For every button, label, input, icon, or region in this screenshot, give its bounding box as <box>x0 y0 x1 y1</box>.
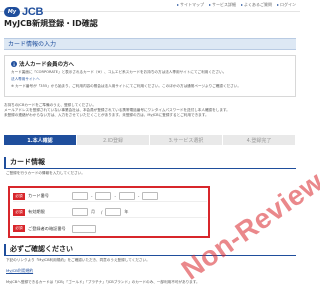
notice-title-row: i 法人カード会員の方へ <box>11 60 289 68</box>
top-link-service[interactable]: サービス詳細 <box>209 2 236 8</box>
step-service-select: 3.サービス選択 <box>150 135 223 145</box>
required-badge: 必須 <box>13 208 25 216</box>
expiry-month-field[interactable] <box>72 208 88 216</box>
card-number-field-2[interactable] <box>95 192 112 200</box>
pin-field[interactable] <box>72 224 96 233</box>
top-link-faq[interactable]: よくあるご質問 <box>241 2 272 8</box>
corporate-notice: i 法人カード会員の方へ カード裏面に「CORPORATE」と表示されるカード（… <box>4 55 296 97</box>
info-icon: i <box>11 61 17 67</box>
corporate-site-link[interactable]: 法人専用サイトへ <box>11 77 289 82</box>
confirm-heading: 必ずご確認ください <box>4 244 296 256</box>
step-identity: 1.本人確認 <box>4 135 77 145</box>
intro-line: 未登録の連絡がわからない方は、入力をさせていただくことがあります。未登録の方は、… <box>4 113 209 117</box>
card-info-form: 必須 カード番号 - - - 必須 有効期限 月 / 年 必須 ご登録者の暗証番… <box>8 186 210 238</box>
top-links: サイトマップ サービス詳細 よくあるご質問 ログイン <box>177 2 296 8</box>
confirm-line: 下記のリンクより「MyJCB利用規約」をご確認いただき、同意のうえ登録してくださ… <box>6 258 150 262</box>
top-bar: サイトマップ サービス詳細 よくあるご質問 ログイン <box>0 0 300 12</box>
year-suffix: 年 <box>124 209 129 214</box>
notice-title: 法人カード会員の方へ <box>19 62 75 68</box>
field-separator: - <box>114 193 116 199</box>
card-number-field-3[interactable] <box>118 192 135 200</box>
card-number-field-1[interactable] <box>72 192 88 200</box>
top-link-login[interactable]: ログイン <box>277 2 296 8</box>
notice-line: カード裏面に「CORPORATE」と表示されるカード（※）、コムエビ系スカードを… <box>11 70 227 74</box>
field-separator: - <box>91 193 93 199</box>
card-number-label: カード番号 <box>28 193 49 198</box>
pin-row: 必須 ご登録者の暗証番号 <box>13 223 207 234</box>
intro-text: お持ちのJCBカードをご準備のうえ、登録してください。 メールアドレスを登録され… <box>4 103 296 118</box>
card-info-description: ご登録を行うカードの情報を入力してください。 <box>6 171 85 175</box>
step-id-register: 2.ID登録 <box>77 135 150 145</box>
page-title: MyJCB新規登録・ID確認 <box>4 19 98 28</box>
card-number-field-4[interactable] <box>142 192 159 200</box>
pin-label: ご登録者の暗証番号 <box>28 225 66 231</box>
top-link-sitemap[interactable]: サイトマップ <box>177 2 204 8</box>
required-badge: 必須 <box>13 225 25 232</box>
expiry-year-field[interactable] <box>105 208 122 216</box>
expiry-row: 必須 有効期限 月 / 年 <box>13 207 207 218</box>
required-badge: 必須 <box>13 192 25 200</box>
terms-link[interactable]: MyJCB利用規約 <box>6 268 33 274</box>
field-separator: - <box>137 193 140 199</box>
month-suffix: 月 <box>91 209 95 214</box>
expiry-separator: / <box>101 209 103 215</box>
step-complete: 4.登録完了 <box>223 135 296 145</box>
notice-line: ※ カード番号が「355」から始まり、ご利用内容の照会は法人用サイトにてご利用く… <box>11 84 241 88</box>
card-number-row: 必須 カード番号 - - - <box>13 191 207 202</box>
confirm-line: MyJCBへ登録できるカードは「JCB」「ゴールド」「プラチナ」「JCBブランド… <box>6 280 200 284</box>
breadcrumb: カード情報の入力 <box>4 38 296 50</box>
card-info-heading: カード情報 <box>4 157 296 169</box>
logo-badge: My <box>4 7 20 17</box>
progress-steps: 1.本人確認 2.ID登録 3.サービス選択 4.登録完了 <box>4 135 296 145</box>
logo-brand: JCB <box>22 6 44 18</box>
myjcb-logo[interactable]: My JCB <box>4 6 43 18</box>
expiry-label: 有効期限 <box>28 209 45 214</box>
